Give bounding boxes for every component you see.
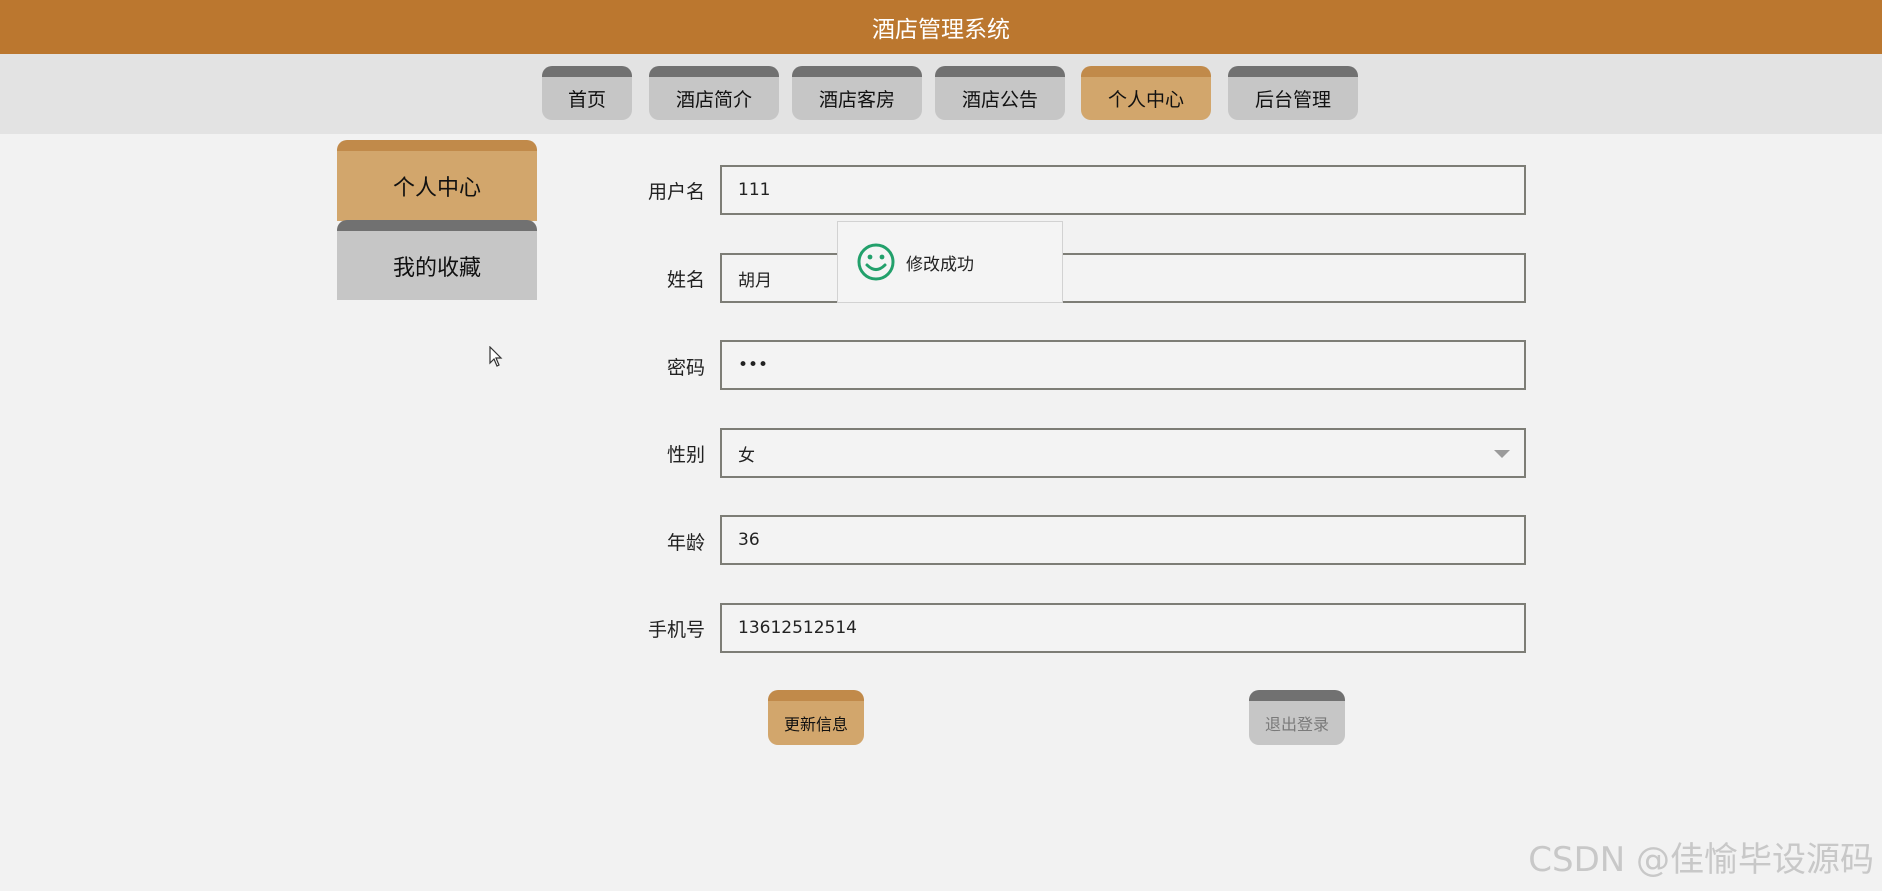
phone-input[interactable] — [720, 603, 1526, 653]
phone-label: 手机号 — [647, 619, 705, 641]
name-label: 姓名 — [666, 269, 705, 291]
password-label: 密码 — [666, 357, 705, 379]
app-title-bar: 酒店管理系统 — [0, 0, 1882, 54]
sidebar-item-label: 个人中心 — [392, 176, 481, 201]
nav-tab-personal-center[interactable]: 个人中心 — [1081, 66, 1211, 120]
mouse-cursor-icon — [489, 346, 503, 367]
smile-icon — [857, 243, 895, 281]
sidebar-item-personal-center[interactable]: 个人中心 — [337, 140, 537, 221]
nav-tab-label: 酒店简介 — [675, 89, 752, 111]
username-input[interactable] — [720, 165, 1526, 215]
password-input[interactable] — [720, 340, 1526, 390]
age-input[interactable] — [720, 515, 1526, 565]
gender-select[interactable]: 女 — [720, 428, 1526, 478]
nav-tab-hotel-notices[interactable]: 酒店公告 — [935, 66, 1065, 120]
success-toast: 修改成功 — [837, 221, 1063, 303]
logout-button[interactable]: 退出登录 — [1249, 690, 1345, 745]
nav-tab-hotel-rooms[interactable]: 酒店客房 — [792, 66, 922, 120]
nav-tab-admin[interactable]: 后台管理 — [1228, 66, 1358, 120]
nav-tab-label: 酒店客房 — [818, 89, 895, 111]
nav-tab-label: 首页 — [567, 89, 606, 111]
nav-tab-label: 个人中心 — [1107, 89, 1184, 111]
gender-label: 性别 — [666, 444, 705, 466]
chevron-down-icon — [1494, 450, 1510, 458]
nav-tab-label: 后台管理 — [1254, 89, 1331, 111]
age-label: 年龄 — [666, 532, 705, 554]
nav-tab-label: 酒店公告 — [961, 89, 1038, 111]
sidebar-item-favorites[interactable]: 我的收藏 — [337, 220, 537, 300]
app-title: 酒店管理系统 — [872, 17, 1010, 43]
nav-tab-home[interactable]: 首页 — [542, 66, 632, 120]
logout-label: 退出登录 — [1264, 715, 1329, 734]
top-nav: 首页 酒店简介 酒店客房 酒店公告 个人中心 后台管理 — [0, 54, 1882, 134]
username-label: 用户名 — [647, 181, 705, 203]
update-info-label: 更新信息 — [783, 715, 848, 734]
sidebar-item-label: 我的收藏 — [392, 255, 481, 281]
nav-tab-hotel-intro[interactable]: 酒店简介 — [649, 66, 779, 120]
toast-message: 修改成功 — [906, 254, 974, 275]
update-info-button[interactable]: 更新信息 — [768, 690, 864, 745]
gender-selected-value: 女 — [738, 445, 755, 466]
watermark: CSDN @佳愉毕设源码 — [1528, 840, 1874, 880]
